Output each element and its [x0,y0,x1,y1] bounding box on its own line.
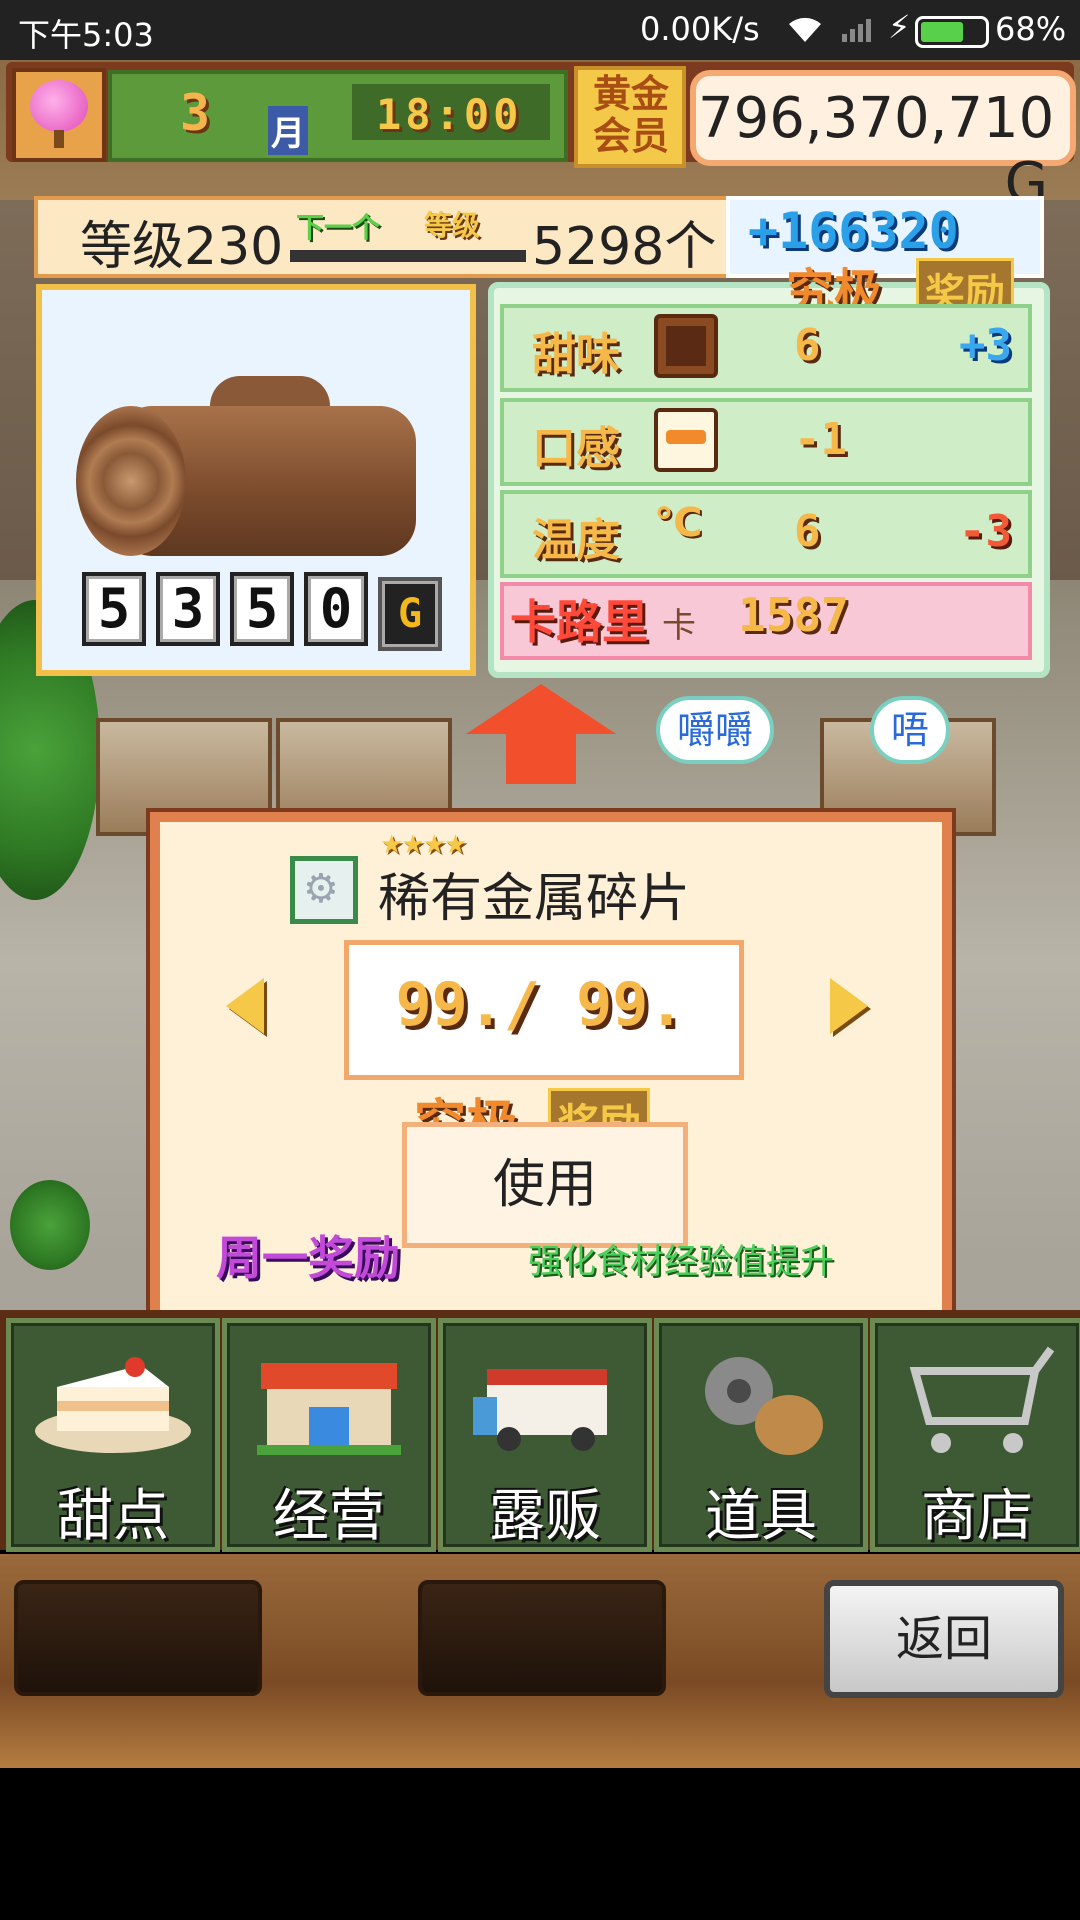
level-text: 等级230 [80,217,284,277]
items-icon [679,1341,843,1461]
shop-icon [247,1341,411,1461]
month-number: 3 [180,84,211,142]
price-digit: 5 [82,572,146,646]
stat-row-temperature: 温度 ℃ 6 -3 [500,490,1032,578]
gold-member-line2: 会员 [592,114,669,158]
stat-label: 口感 [532,423,620,474]
weekly-reward-label: 周一奖励 [216,1231,400,1285]
signal-icon [840,14,880,52]
chocolate-icon [654,314,718,378]
level-label-small: 等级 [424,209,481,242]
game-time: 18:00 [376,90,523,139]
shopping-cart-icon [895,1341,1059,1461]
stat-row-texture: 口感 -1 [500,398,1032,486]
price-digit: 3 [156,572,220,646]
log-cake-icon [76,376,426,566]
speech-bubble: 唔 [870,696,950,764]
money-amount: 796,370,710 [698,86,1055,151]
use-button[interactable]: 使用 [402,1122,688,1248]
status-time: 下午5:03 [18,16,154,54]
battery-fill [921,22,963,42]
next-level-label: 下一个 [296,211,381,244]
item-description: 强化食材经验值提升 [528,1242,834,1282]
empty-slot [14,1580,262,1696]
cherry-tree-icon[interactable] [12,68,106,162]
calorie-value: 1587 [738,588,849,642]
menu-label: 经营 [273,1484,385,1549]
menu-dessert-button[interactable]: 甜点 [6,1318,220,1552]
metal-fragment-icon: ⚙ [290,856,358,924]
battery-icon [915,16,989,48]
bush-decoration [10,1180,90,1270]
celsius-icon: ℃ [654,500,703,546]
stat-value: 6 [794,506,821,557]
level-count: 5298个 [532,217,717,277]
menu-manage-button[interactable]: 经营 [222,1318,436,1552]
charging-bolt-icon: ⚡ [888,8,911,46]
stat-bonus: +3 [959,320,1012,371]
food-price: 5350G [82,572,452,651]
previous-arrow-icon[interactable] [226,978,264,1034]
price-unit: G [378,577,442,651]
level-progress-bar [290,250,526,262]
menu-label: 商店 [921,1484,1033,1549]
gold-member-line1: 黄金 [592,72,669,116]
menu-items-button[interactable]: 道具 [654,1318,868,1552]
stat-bonus: -3 [959,506,1012,557]
cake-icon [31,1341,195,1461]
menu-stall-button[interactable]: 露贩 [438,1318,652,1552]
price-digit: 0 [304,572,368,646]
stat-label: 甜味 [532,329,620,380]
speech-bubble: 嚼嚼 [656,696,774,764]
stat-value: -1 [794,414,847,465]
back-button[interactable]: 返回 [824,1580,1064,1698]
network-speed: 0.00K/s [640,10,760,48]
up-arrow-icon [466,684,616,784]
menu-label: 露贩 [489,1484,601,1549]
gold-member-badge[interactable]: 黄金 会员 [574,66,686,168]
wifi-icon [785,14,825,52]
menu-label: 甜点 [57,1484,169,1549]
next-arrow-icon[interactable] [830,978,868,1034]
item-name: 稀有金属碎片 [378,869,691,929]
stat-value: 6 [794,320,821,371]
item-quantity: 99./ 99. [395,970,685,1040]
month-label: 月 [268,106,308,155]
battery-percent: 68% [995,10,1067,48]
burger-icon [654,408,718,472]
menu-store-button[interactable]: 商店 [870,1318,1080,1552]
stat-label: 温度 [532,515,620,566]
food-truck-icon [463,1341,627,1461]
calorie-label: 卡路里 [510,595,648,649]
stat-row-sweetness: 甜味 6 +3 [500,304,1032,392]
status-bar: 下午5:03 0.00K/s ⚡ 68% [0,0,1080,60]
calorie-unit: 卡 [662,606,696,646]
empty-slot [418,1580,666,1696]
price-digit: 5 [230,572,294,646]
menu-label: 道具 [705,1484,817,1549]
